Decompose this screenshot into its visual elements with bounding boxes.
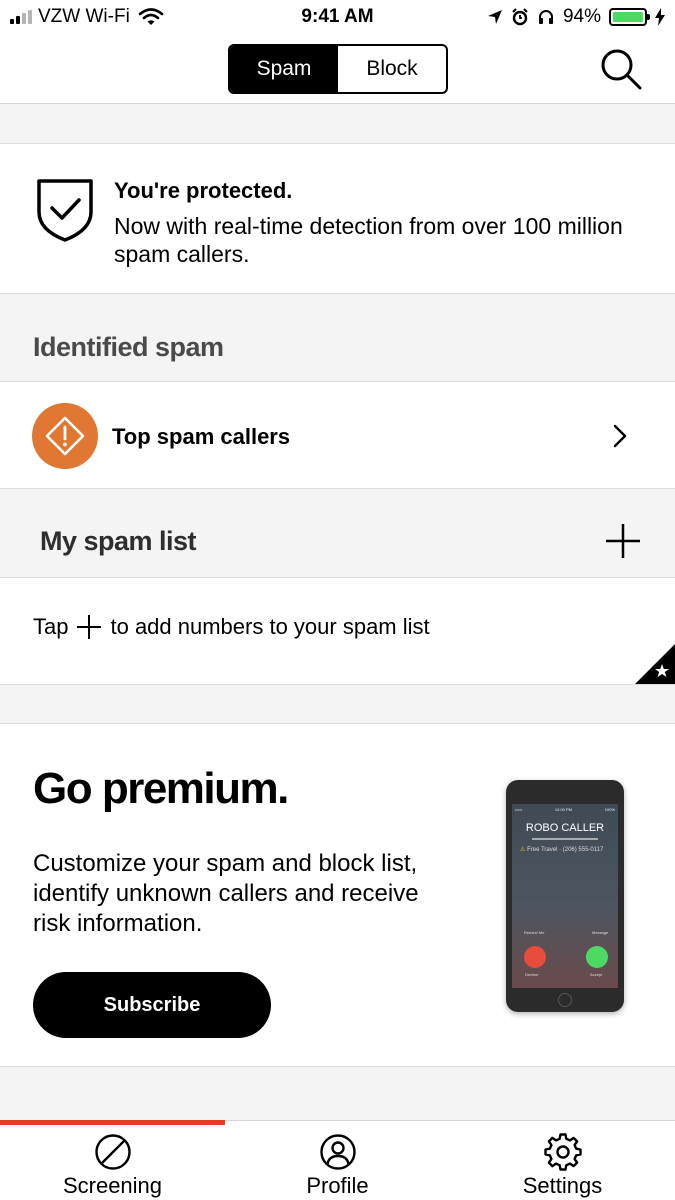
phone-accept-button bbox=[586, 946, 608, 968]
phone-message-label: Message bbox=[592, 930, 609, 935]
protected-title: You're protected. bbox=[114, 178, 293, 203]
star-corner-icon[interactable] bbox=[635, 644, 675, 684]
premium-card: Go premium. Customize your spam and bloc… bbox=[0, 723, 675, 1067]
tab-screening-label: Screening bbox=[62, 1173, 163, 1198]
spam-list-hint: Tap to add numbers to your spam list bbox=[33, 614, 430, 640]
add-icon[interactable] bbox=[604, 522, 642, 560]
protected-description: Now with real-time detection from over 1… bbox=[114, 213, 623, 267]
my-spam-list-heading: My spam list bbox=[40, 526, 197, 556]
phone-decline-label: Decline bbox=[525, 972, 539, 977]
tab-settings[interactable]: Settings bbox=[450, 1121, 675, 1200]
phone-home-button bbox=[558, 993, 572, 1007]
status-bar: VZW Wi-Fi 9:41 AM 94% bbox=[0, 0, 675, 36]
premium-description: Customize your spam and block list, iden… bbox=[33, 850, 419, 937]
phone-status-right: 100% bbox=[604, 807, 615, 812]
warning-diamond-icon bbox=[45, 416, 85, 456]
phone-screen: ••••• 12:00 PM 100% ROBO CALLER ⚠ Free T… bbox=[512, 804, 618, 988]
phone-caller-subtitle: ⚠ Free Travel · (206) 555-0117 bbox=[520, 846, 603, 853]
segment-spam[interactable]: Spam bbox=[230, 46, 338, 92]
nav-bar: Spam Block bbox=[0, 36, 675, 104]
segmented-control: Spam Block bbox=[228, 44, 448, 94]
top-spam-callers-row[interactable]: Top spam callers bbox=[0, 381, 675, 489]
subscribe-button[interactable]: Subscribe bbox=[33, 972, 271, 1038]
phone-decline-button bbox=[524, 946, 546, 968]
phone-accept-label: Accept bbox=[590, 972, 603, 977]
search-icon[interactable] bbox=[598, 46, 644, 92]
tab-screening[interactable]: Screening bbox=[0, 1121, 225, 1200]
phone-illustration: ••••• 12:00 PM 100% ROBO CALLER ⚠ Free T… bbox=[506, 780, 624, 1012]
hint-text-before: Tap bbox=[33, 614, 69, 639]
gear-icon bbox=[544, 1133, 582, 1171]
plus-icon bbox=[77, 615, 102, 639]
tab-profile-label: Profile bbox=[306, 1173, 369, 1198]
protected-card: You're protected. Now with real-time det… bbox=[0, 143, 675, 294]
tab-profile[interactable]: Profile bbox=[225, 1121, 450, 1200]
phone-status-time: 12:00 PM bbox=[554, 807, 572, 812]
identified-spam-heading: Identified spam bbox=[33, 332, 224, 362]
identified-spam-header: Identified spam bbox=[0, 295, 675, 381]
tab-bar: Screening Profile Settings bbox=[0, 1120, 675, 1200]
spam-list-empty-row: Tap to add numbers to your spam list bbox=[0, 577, 675, 685]
warning-badge bbox=[32, 403, 98, 469]
phone-status-left: ••••• bbox=[515, 807, 523, 812]
no-sign-icon bbox=[95, 1134, 131, 1170]
top-spam-callers-label: Top spam callers bbox=[112, 424, 291, 449]
location-arrow-icon bbox=[487, 10, 502, 24]
person-icon bbox=[320, 1134, 356, 1170]
phone-remind-label: Remind Me bbox=[524, 930, 545, 935]
phone-caller-name: ROBO CALLER bbox=[525, 822, 605, 834]
segment-block[interactable]: Block bbox=[338, 46, 446, 92]
charging-bolt-icon bbox=[655, 8, 665, 26]
headphones-icon bbox=[538, 10, 553, 24]
chevron-right-icon bbox=[613, 424, 627, 448]
my-spam-list-header: My spam list bbox=[0, 490, 675, 577]
battery-icon bbox=[609, 8, 650, 26]
battery-percent: 94% bbox=[562, 6, 601, 27]
phone-warning-icon: ⚠ bbox=[520, 847, 526, 853]
phone-status-bar: ••••• 12:00 PM 100% bbox=[512, 807, 618, 812]
tab-settings-label: Settings bbox=[522, 1173, 603, 1198]
hint-text-after: to add numbers to your spam list bbox=[110, 614, 430, 639]
shield-check-icon bbox=[37, 179, 93, 242]
phone-divider bbox=[532, 838, 598, 840]
phone-caller-info: Free Travel · (206) 555-0117 bbox=[527, 847, 604, 853]
premium-title: Go premium. bbox=[33, 764, 289, 813]
alarm-icon bbox=[512, 8, 528, 26]
status-right: 94% bbox=[487, 6, 665, 28]
